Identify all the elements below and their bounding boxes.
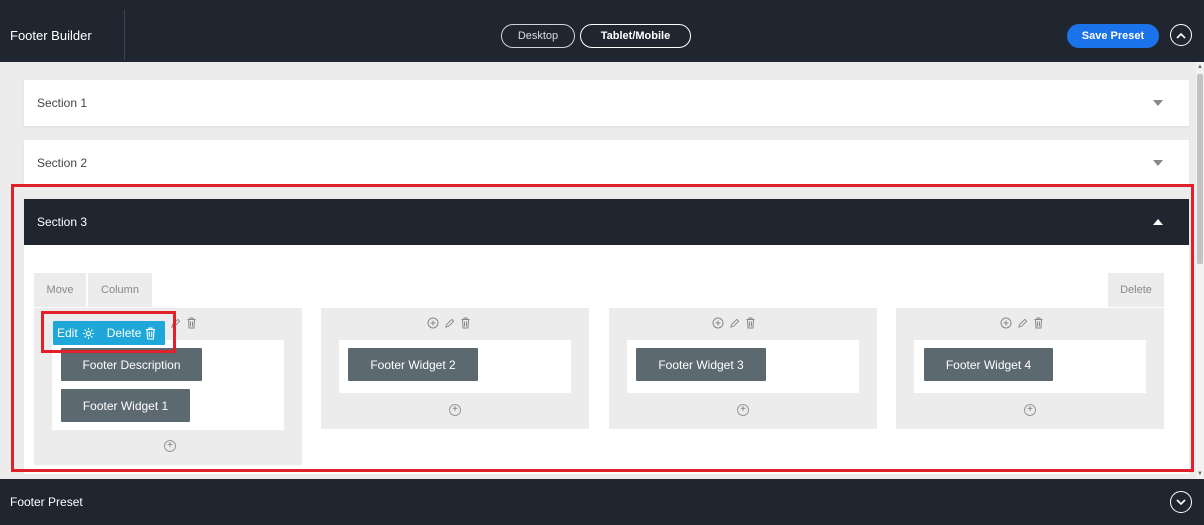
pencil-icon[interactable] xyxy=(444,318,455,329)
edit-widget-button[interactable]: Edit xyxy=(57,326,95,340)
column-tab[interactable]: Column xyxy=(88,273,152,307)
section-3-label: Section 3 xyxy=(37,215,88,229)
column-4-tools xyxy=(1000,317,1044,329)
widget-footer-widget-3[interactable]: Footer Widget 3 xyxy=(636,348,766,381)
column-3-tools xyxy=(712,317,756,329)
caret-down-icon xyxy=(1153,100,1163,106)
footer-preset-bar[interactable]: Footer Preset xyxy=(0,479,1204,525)
column-1-tools xyxy=(170,317,197,329)
section-1-label: Section 1 xyxy=(37,96,88,110)
add-circle-icon[interactable] xyxy=(427,317,439,329)
save-preset-button[interactable]: Save Preset xyxy=(1067,24,1159,48)
pencil-icon[interactable] xyxy=(170,318,181,329)
column-2-tools xyxy=(427,317,471,329)
pencil-icon[interactable] xyxy=(1017,318,1028,329)
add-circle-icon[interactable] xyxy=(712,317,724,329)
scroll-down-arrow-icon[interactable]: ▼ xyxy=(1197,471,1203,477)
scroll-up-arrow-icon[interactable]: ▲ xyxy=(1197,64,1203,70)
expand-down-icon[interactable] xyxy=(1170,491,1192,513)
add-circle-icon[interactable] xyxy=(1000,317,1012,329)
trash-icon[interactable] xyxy=(745,317,756,329)
collapse-up-icon[interactable] xyxy=(1170,24,1192,46)
vertical-scrollbar[interactable]: ▲ ▼ xyxy=(1196,62,1204,479)
widget-footer-widget-2[interactable]: Footer Widget 2 xyxy=(348,348,478,381)
add-widget-icon[interactable]: + xyxy=(449,404,461,416)
section-3-header[interactable]: Section 3 xyxy=(24,199,1189,245)
scrollbar-thumb[interactable] xyxy=(1197,74,1203,264)
section-1-header[interactable]: Section 1 xyxy=(24,80,1189,126)
trash-icon xyxy=(146,326,156,340)
delete-section-tab[interactable]: Delete xyxy=(1108,273,1164,307)
gear-icon xyxy=(82,327,94,339)
widget-footer-widget-4[interactable]: Footer Widget 4 xyxy=(924,348,1053,381)
move-tab[interactable]: Move xyxy=(34,273,86,307)
delete-label: Delete xyxy=(106,326,142,340)
caret-down-icon xyxy=(1153,160,1163,166)
section-2-label: Section 2 xyxy=(37,156,88,170)
edit-label: Edit xyxy=(57,326,78,340)
widget-footer-widget-1[interactable]: Footer Widget 1 xyxy=(61,389,190,422)
caret-up-icon xyxy=(1153,219,1163,225)
widget-action-popup: Edit Delete xyxy=(53,321,165,345)
add-widget-icon[interactable]: + xyxy=(737,404,749,416)
widget-footer-description[interactable]: Footer Description xyxy=(61,348,202,381)
footer-preset-label: Footer Preset xyxy=(10,495,83,509)
trash-icon[interactable] xyxy=(186,317,197,329)
add-widget-icon[interactable]: + xyxy=(1024,404,1036,416)
trash-icon[interactable] xyxy=(460,317,471,329)
delete-widget-button[interactable]: Delete xyxy=(107,326,157,340)
desktop-view-button[interactable]: Desktop xyxy=(501,24,575,48)
trash-icon[interactable] xyxy=(1033,317,1044,329)
section-2-header[interactable]: Section 2 xyxy=(24,140,1189,186)
add-widget-icon[interactable]: + xyxy=(164,440,176,452)
pencil-icon[interactable] xyxy=(729,318,740,329)
builder-title: Footer Builder xyxy=(0,10,125,60)
top-bar: Footer Builder Desktop Tablet/Mobile Sav… xyxy=(0,0,1204,62)
tablet-mobile-view-button[interactable]: Tablet/Mobile xyxy=(580,24,691,48)
